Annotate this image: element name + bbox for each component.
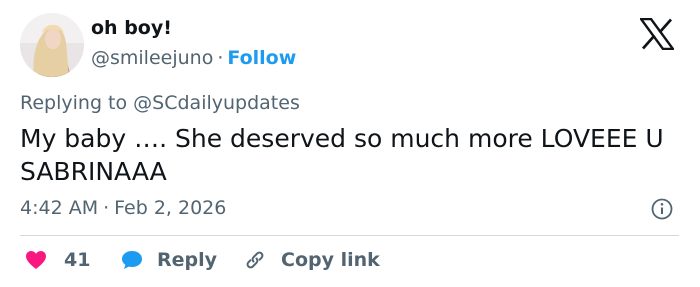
reply-label: Reply (157, 249, 218, 271)
copy-link-label: Copy link (281, 249, 380, 271)
reply-button[interactable]: Reply (120, 246, 217, 274)
heart-icon (26, 251, 46, 269)
tweet-timestamp[interactable]: 4:42 AM · Feb 2, 2026 (20, 197, 226, 219)
tweet-date: Feb 2, 2026 (114, 197, 227, 219)
tweet-text: My baby …. She deserved so much more LOV… (20, 124, 664, 186)
separator-dot: · (217, 47, 224, 69)
reply-context: Replying to @SCdailyupdates (20, 92, 300, 114)
author-name-row: oh boy! (91, 17, 172, 39)
separator-dot: · (103, 197, 110, 219)
tweet-card: oh boy! @smileejuno · Follow Replying to @… (0, 0, 700, 287)
like-button[interactable]: 41 (24, 246, 90, 274)
user-handle[interactable]: @smileejuno (91, 47, 213, 69)
avatar[interactable] (20, 13, 84, 77)
copy-link-button[interactable]: Copy link (243, 246, 380, 274)
author-handle-row: @smileejuno · Follow (91, 47, 296, 69)
display-name[interactable]: oh boy! (91, 17, 172, 39)
avatar-image (20, 13, 84, 77)
x-logo-icon[interactable] (640, 18, 674, 50)
follow-button[interactable]: Follow (227, 47, 296, 69)
like-count: 41 (64, 249, 91, 271)
reply-context-prefix: Replying to (20, 92, 128, 114)
speech-bubble-icon (122, 251, 142, 269)
divider (20, 235, 679, 236)
tweet-time: 4:42 AM (20, 197, 99, 219)
reply-mention-link[interactable]: @SCdailyupdates (133, 92, 300, 114)
info-icon[interactable] (651, 198, 673, 220)
link-icon (246, 251, 264, 269)
